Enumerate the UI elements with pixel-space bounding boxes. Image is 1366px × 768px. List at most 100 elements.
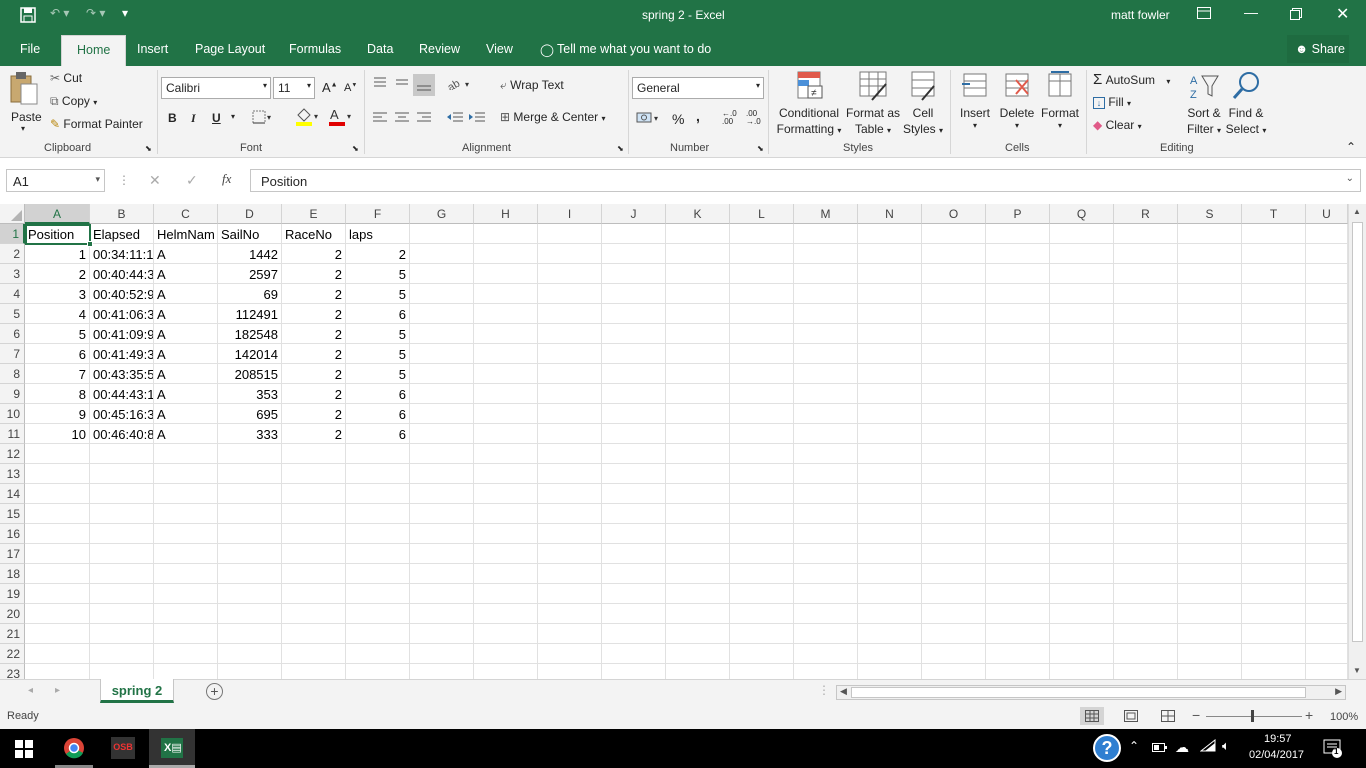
cell-C6[interactable]: A — [154, 324, 218, 344]
redo-icon[interactable]: ↷ ▾ — [86, 6, 105, 20]
cell-R13[interactable] — [1114, 464, 1178, 484]
cell-D1[interactable]: SailNo — [218, 224, 282, 244]
cell-G15[interactable] — [410, 504, 474, 524]
cell-G10[interactable] — [410, 404, 474, 424]
cell-U23[interactable] — [1306, 664, 1348, 679]
cell-P18[interactable] — [986, 564, 1050, 584]
cell-A21[interactable] — [25, 624, 90, 644]
zoom-level[interactable]: 100% — [1330, 711, 1358, 723]
row-header[interactable]: 15 — [0, 504, 25, 524]
cell-J22[interactable] — [602, 644, 666, 664]
cell-G6[interactable] — [410, 324, 474, 344]
cell-U1[interactable] — [1306, 224, 1348, 244]
cell-E7[interactable]: 2 — [282, 344, 346, 364]
row-header[interactable]: 5 — [0, 304, 25, 324]
cell-H1[interactable] — [474, 224, 538, 244]
tab-view[interactable]: View — [486, 42, 513, 56]
cell-D17[interactable] — [218, 544, 282, 564]
column-header[interactable]: I — [538, 204, 602, 224]
column-header[interactable]: R — [1114, 204, 1178, 224]
cell-B2[interactable]: 00:34:11:1 — [90, 244, 154, 264]
cell-T11[interactable] — [1242, 424, 1306, 444]
cell-S4[interactable] — [1178, 284, 1242, 304]
cell-D8[interactable]: 208515 — [218, 364, 282, 384]
cell-F22[interactable] — [346, 644, 410, 664]
cell-Q11[interactable] — [1050, 424, 1114, 444]
clock-time[interactable]: 19:57 — [1264, 733, 1292, 745]
cell-G19[interactable] — [410, 584, 474, 604]
cell-J2[interactable] — [602, 244, 666, 264]
cell-K14[interactable] — [666, 484, 730, 504]
tab-home[interactable]: Home — [61, 35, 127, 66]
cell-G2[interactable] — [410, 244, 474, 264]
cell-T21[interactable] — [1242, 624, 1306, 644]
cell-K9[interactable] — [666, 384, 730, 404]
cell-U21[interactable] — [1306, 624, 1348, 644]
minimize-icon[interactable]: — — [1244, 4, 1258, 20]
font-name-combo[interactable]: Calibri ▾ — [161, 77, 271, 99]
cell-B21[interactable] — [90, 624, 154, 644]
cell-O5[interactable] — [922, 304, 986, 324]
cell-P2[interactable] — [986, 244, 1050, 264]
column-header[interactable]: H — [474, 204, 538, 224]
cell-E23[interactable] — [282, 664, 346, 679]
column-header[interactable]: L — [730, 204, 794, 224]
cell-K3[interactable] — [666, 264, 730, 284]
cell-S3[interactable] — [1178, 264, 1242, 284]
row-header[interactable]: 22 — [0, 644, 25, 664]
cell-P14[interactable] — [986, 484, 1050, 504]
cell-C16[interactable] — [154, 524, 218, 544]
cell-F20[interactable] — [346, 604, 410, 624]
cell-C14[interactable] — [154, 484, 218, 504]
cell-A23[interactable] — [25, 664, 90, 679]
cell-O6[interactable] — [922, 324, 986, 344]
vertical-scrollbar[interactable]: ▲ ▼ — [1348, 204, 1366, 679]
cell-A20[interactable] — [25, 604, 90, 624]
clipboard-launcher-icon[interactable]: ⬊ — [145, 144, 152, 153]
next-sheet-icon[interactable]: ▸ — [55, 685, 60, 696]
column-header[interactable]: G — [410, 204, 474, 224]
cell-C8[interactable]: A — [154, 364, 218, 384]
cell-C11[interactable]: A — [154, 424, 218, 444]
cell-T12[interactable] — [1242, 444, 1306, 464]
cell-R5[interactable] — [1114, 304, 1178, 324]
cell-C7[interactable]: A — [154, 344, 218, 364]
cell-L12[interactable] — [730, 444, 794, 464]
cell-U20[interactable] — [1306, 604, 1348, 624]
cell-B11[interactable]: 00:46:40:8 — [90, 424, 154, 444]
cell-N12[interactable] — [858, 444, 922, 464]
cell-F6[interactable]: 5 — [346, 324, 410, 344]
cell-H14[interactable] — [474, 484, 538, 504]
cell-L18[interactable] — [730, 564, 794, 584]
cell-P12[interactable] — [986, 444, 1050, 464]
cell-L8[interactable] — [730, 364, 794, 384]
cell-J14[interactable] — [602, 484, 666, 504]
cell-L19[interactable] — [730, 584, 794, 604]
cell-K18[interactable] — [666, 564, 730, 584]
cell-G3[interactable] — [410, 264, 474, 284]
customize-qat-icon[interactable]: ▾ — [122, 6, 128, 20]
row-header[interactable]: 1 — [0, 224, 25, 244]
page-layout-view-icon[interactable] — [1124, 710, 1138, 725]
format-painter-button[interactable]: ✎ Format Painter — [50, 117, 143, 131]
cell-U3[interactable] — [1306, 264, 1348, 284]
cell-M6[interactable] — [794, 324, 858, 344]
cell-G21[interactable] — [410, 624, 474, 644]
cell-R12[interactable] — [1114, 444, 1178, 464]
underline-button[interactable]: U — [212, 111, 221, 125]
cell-K5[interactable] — [666, 304, 730, 324]
cell-L21[interactable] — [730, 624, 794, 644]
cell-Q15[interactable] — [1050, 504, 1114, 524]
cell-S11[interactable] — [1178, 424, 1242, 444]
cell-D13[interactable] — [218, 464, 282, 484]
cell-H22[interactable] — [474, 644, 538, 664]
cell-M8[interactable] — [794, 364, 858, 384]
cell-S16[interactable] — [1178, 524, 1242, 544]
cell-B17[interactable] — [90, 544, 154, 564]
cell-Q18[interactable] — [1050, 564, 1114, 584]
new-sheet-icon[interactable]: + — [206, 683, 223, 700]
excel-taskbar-button[interactable]: X▤ — [149, 729, 195, 768]
cell-S22[interactable] — [1178, 644, 1242, 664]
cell-A13[interactable] — [25, 464, 90, 484]
battery-icon[interactable] — [1152, 741, 1168, 756]
